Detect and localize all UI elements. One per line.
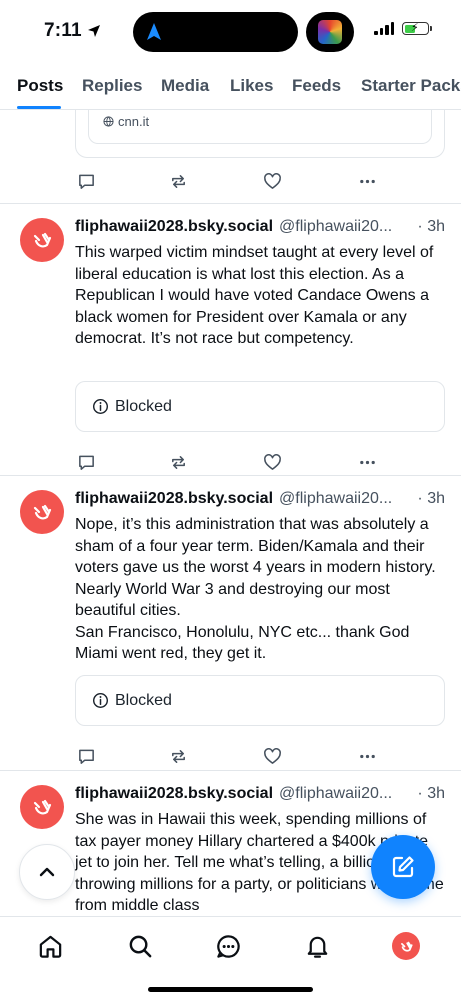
author-display-name[interactable]: fliphawaii2028.bsky.social: [75, 490, 273, 508]
more-options-button[interactable]: [356, 451, 378, 473]
heart-icon: [263, 453, 281, 470]
compose-pencil-icon: [392, 856, 414, 878]
reply-icon: [78, 749, 94, 764]
author-handle[interactable]: @fliphawaii20...: [279, 490, 392, 508]
avatar[interactable]: [20, 785, 64, 829]
more-options-button[interactable]: [356, 745, 378, 767]
nav-chat[interactable]: [213, 931, 243, 961]
tab-posts[interactable]: Posts: [17, 76, 63, 96]
tab-likes[interactable]: Likes: [230, 76, 273, 96]
repost-button[interactable]: [167, 451, 189, 473]
repost-button[interactable]: [167, 170, 189, 192]
post-actions: [75, 451, 385, 473]
embed-link[interactable]: cnn.it: [103, 114, 149, 129]
embed-link-text: cnn.it: [118, 114, 150, 129]
shaka-hand-icon: [33, 504, 52, 520]
reply-icon: [78, 174, 94, 189]
reply-button[interactable]: [75, 170, 97, 192]
more-options-button[interactable]: [356, 170, 378, 192]
link-preview[interactable]: cnn.it: [88, 110, 432, 144]
more-horizontal-icon: [359, 460, 375, 464]
repost-icon: [171, 455, 185, 469]
home-indicator: [148, 987, 313, 992]
info-circle-icon: [92, 398, 109, 415]
blocked-label: Blocked: [115, 397, 172, 415]
author-display-name[interactable]: fliphawaii2028.bsky.social: [75, 785, 273, 803]
like-button[interactable]: [261, 170, 283, 192]
location-arrow-icon: [87, 25, 100, 37]
author-handle[interactable]: @fliphawaii20...: [279, 218, 392, 236]
chevron-up-icon: [39, 867, 55, 877]
repost-icon: [171, 174, 185, 188]
avatar[interactable]: [20, 490, 64, 534]
heart-icon: [263, 747, 281, 764]
bell-icon: [307, 936, 327, 958]
shaka-hand-icon: [33, 232, 52, 248]
post-timestamp[interactable]: · 3h: [417, 785, 445, 803]
dynamic-island: [133, 12, 298, 52]
album-art-icon: [318, 20, 342, 44]
nav-home[interactable]: [35, 931, 65, 961]
navigation-arrow-icon: [147, 23, 161, 40]
author-handle[interactable]: @fliphawaii20...: [279, 785, 392, 803]
globe-icon: [103, 116, 114, 127]
home-icon: [39, 935, 61, 958]
heart-icon: [263, 172, 281, 189]
chat-bubble-icon: [216, 934, 240, 958]
post-text: Nope, it’s this administration that was …: [75, 516, 436, 662]
status-time: 7:11: [44, 20, 101, 42]
author-display-name[interactable]: fliphawaii2028.bsky.social: [75, 218, 273, 236]
bottom-navigation: [0, 916, 461, 1000]
post-actions: [75, 170, 385, 192]
tab-media[interactable]: Media: [161, 76, 209, 96]
link-embed-card[interactable]: cnn.it: [75, 110, 445, 158]
compose-post-button[interactable]: [371, 835, 435, 899]
clock-text: 7:11: [44, 20, 82, 41]
shaka-hand-icon: [33, 799, 52, 815]
profile-tabs: Posts Replies Media Likes Feeds Starter …: [0, 62, 461, 110]
like-button[interactable]: [261, 451, 283, 473]
post-actions: [75, 745, 385, 767]
status-bar: 7:11 ⚡: [0, 0, 461, 62]
info-circle-icon: [92, 692, 109, 709]
nav-notifications[interactable]: [302, 931, 332, 961]
reply-button[interactable]: [75, 451, 97, 473]
tab-feeds[interactable]: Feeds: [292, 76, 341, 96]
nav-search[interactable]: [125, 931, 155, 961]
status-icons: ⚡: [374, 22, 432, 35]
battery-icon: ⚡: [402, 22, 432, 35]
post-text: This warped victim mindset taught at eve…: [75, 244, 434, 347]
repost-icon: [171, 749, 185, 763]
post-header: fliphawaii2028.bsky.social @fliphawaii20…: [75, 218, 445, 236]
post-timestamp[interactable]: · 3h: [417, 218, 445, 236]
post-header: fliphawaii2028.bsky.social @fliphawaii20…: [75, 490, 445, 508]
active-tab-indicator: [17, 106, 61, 109]
shaka-hand-icon: [400, 941, 413, 952]
post-timestamp[interactable]: · 3h: [417, 490, 445, 508]
more-horizontal-icon: [359, 754, 375, 758]
tab-starter-packs[interactable]: Starter Packs: [361, 76, 461, 96]
like-button[interactable]: [261, 745, 283, 767]
scroll-to-top-button[interactable]: [19, 844, 75, 900]
post-feed[interactable]: cnn.it fliphawaii2028.bsky.social @fliph…: [0, 110, 461, 916]
post-header: fliphawaii2028.bsky.social @fliphawaii20…: [75, 785, 445, 803]
nav-profile[interactable]: [391, 931, 421, 961]
tab-replies[interactable]: Replies: [82, 76, 142, 96]
more-horizontal-icon: [359, 179, 375, 183]
blocked-embed[interactable]: Blocked: [75, 381, 445, 432]
reply-button[interactable]: [75, 745, 97, 767]
dynamic-island-activity: [306, 12, 354, 52]
blocked-label: Blocked: [115, 691, 172, 709]
profile-avatar: [392, 932, 420, 960]
post-item[interactable]: fliphawaii2028.bsky.social @fliphawaii20…: [0, 475, 461, 770]
post-item[interactable]: fliphawaii2028.bsky.social @fliphawaii20…: [0, 203, 461, 475]
search-icon: [129, 935, 151, 957]
blocked-embed[interactable]: Blocked: [75, 675, 445, 726]
cellular-signal-icon: [374, 22, 394, 35]
avatar[interactable]: [20, 218, 64, 262]
repost-button[interactable]: [167, 745, 189, 767]
reply-icon: [78, 455, 94, 470]
